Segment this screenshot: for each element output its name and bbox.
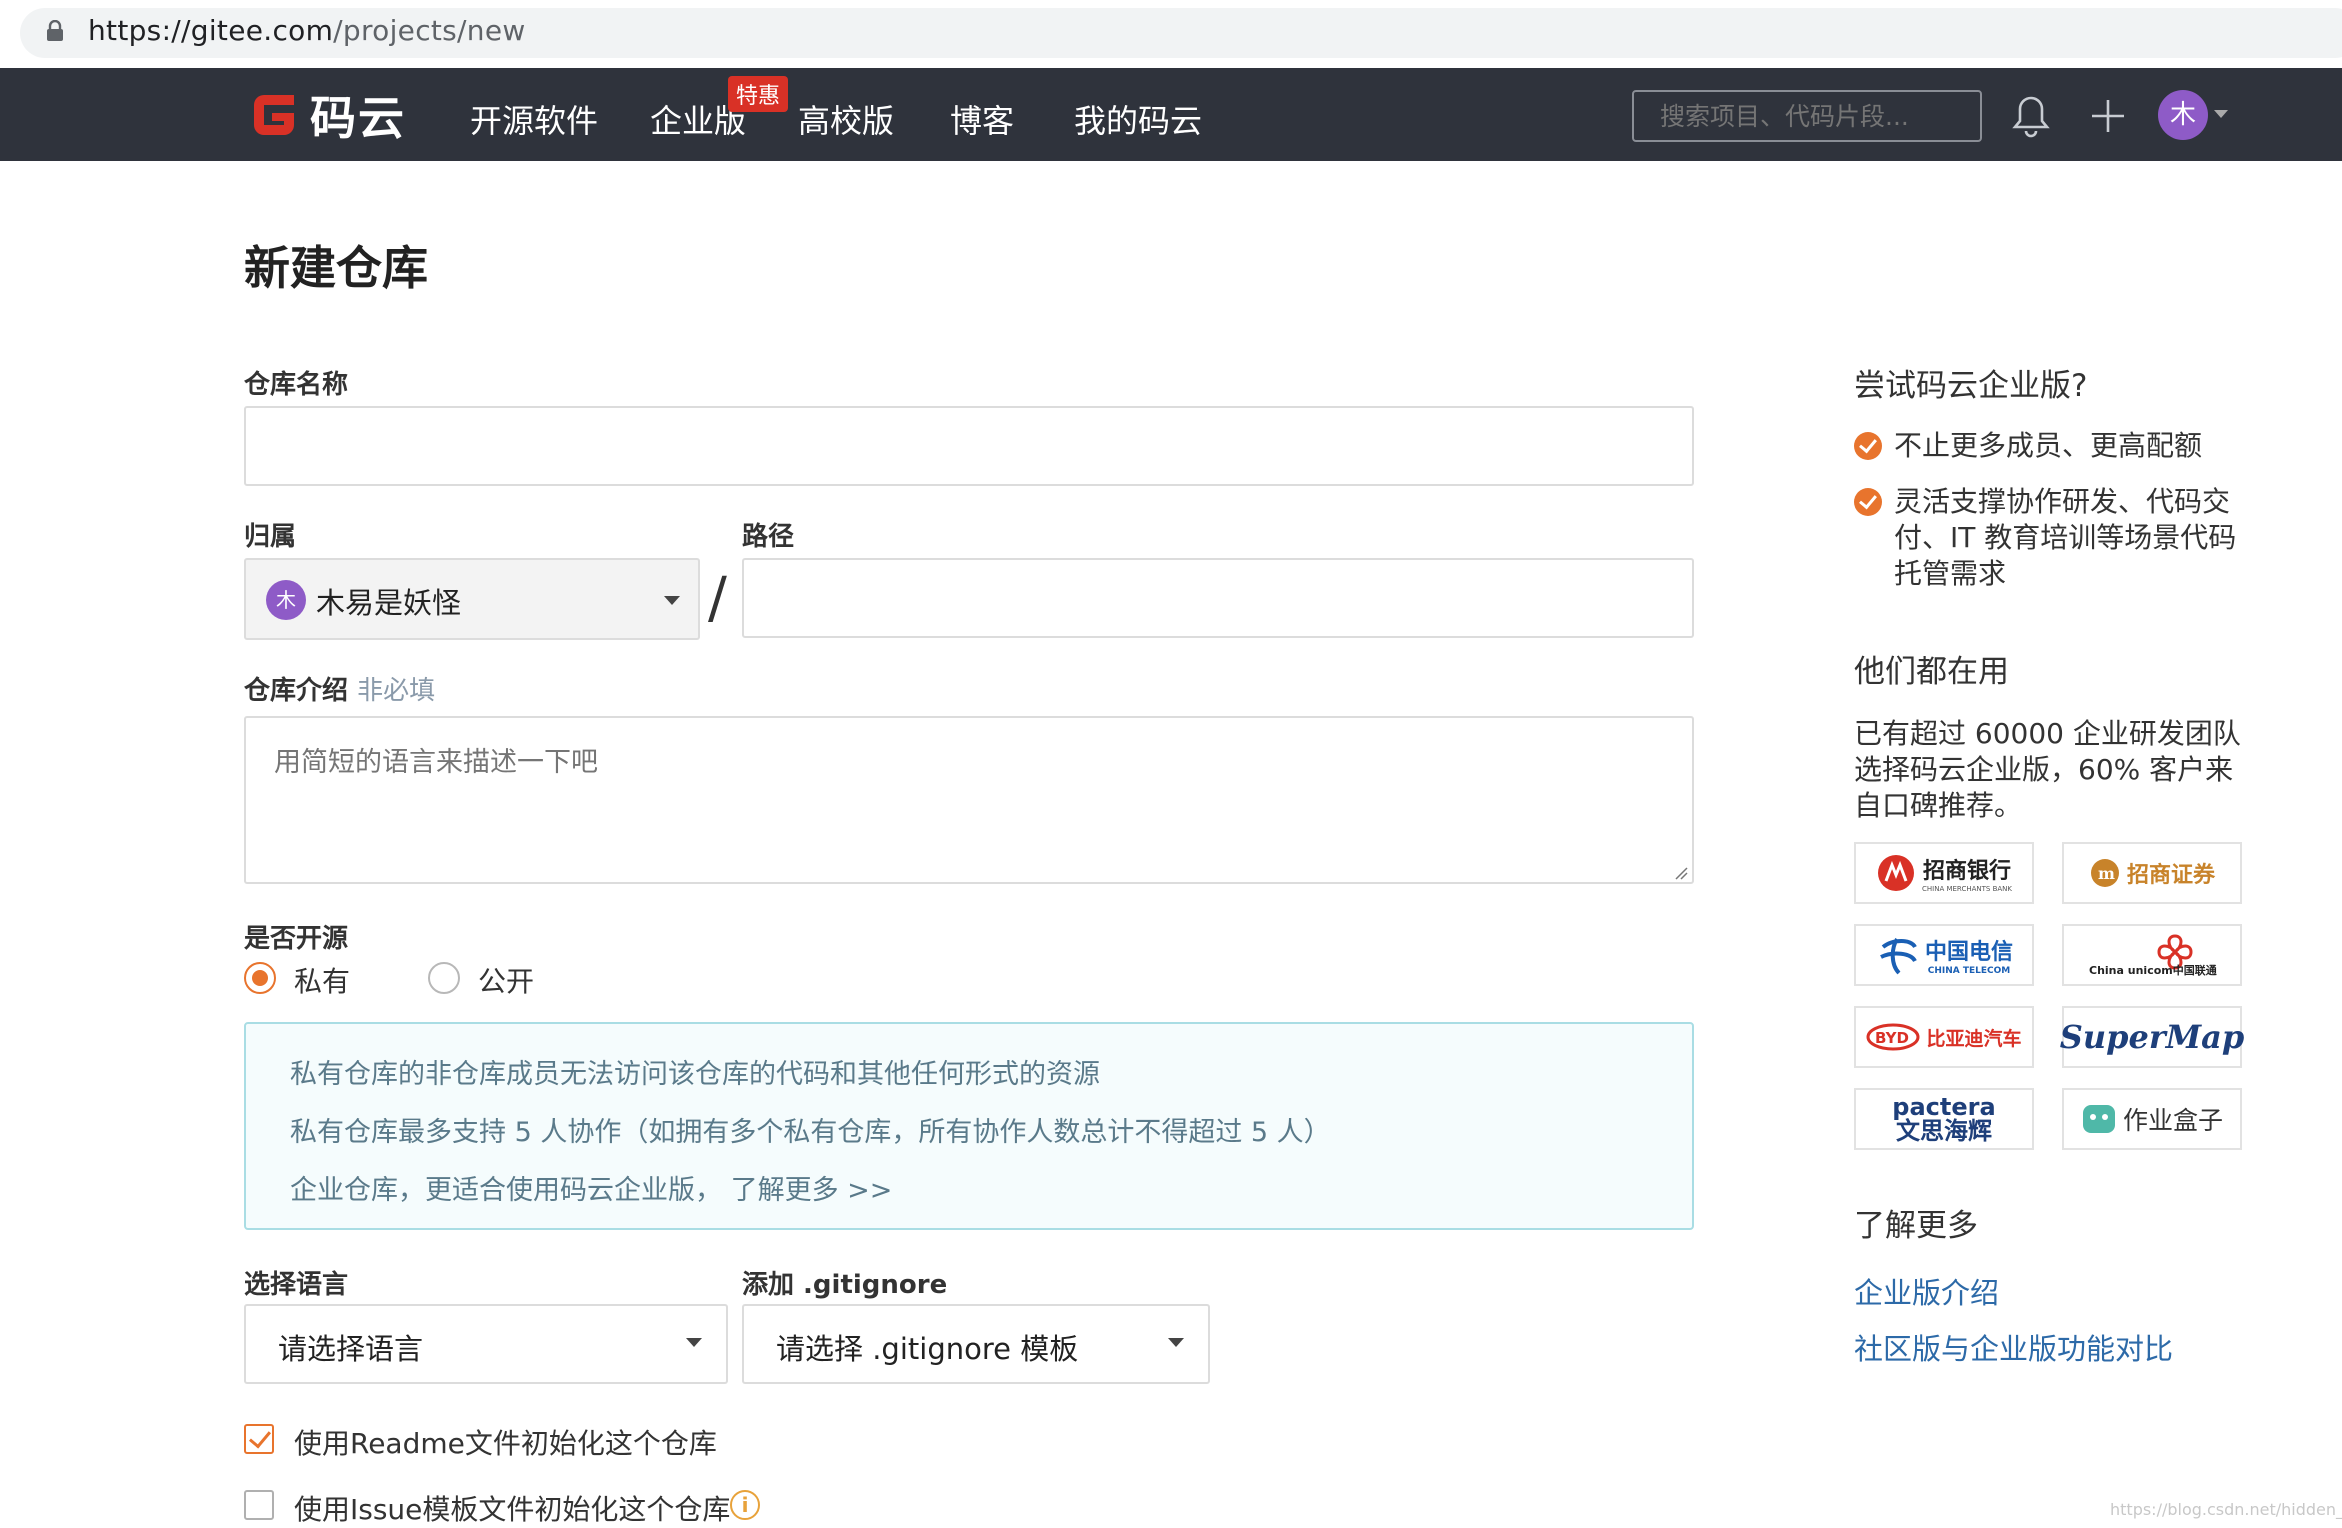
readme-checkbox[interactable] [244, 1424, 274, 1454]
radio-public[interactable] [428, 962, 460, 994]
url-text[interactable]: https://gitee.com/projects/new [88, 14, 526, 47]
gitignore-label: 添加 .gitignore [742, 1270, 948, 1300]
radio-public-label[interactable]: 公开 [478, 960, 534, 1000]
chevron-down-icon [686, 1338, 702, 1347]
owner-select[interactable]: 木 木易是妖怪 [244, 558, 700, 640]
logo-cmb: 招商银行 CHINA MERCHANTS BANK [1854, 842, 2034, 904]
url-host: https://gitee.com [88, 14, 334, 47]
visibility-label: 是否开源 [244, 924, 349, 954]
info-line-3-learn-more[interactable]: 企业仓库，更适合使用码云企业版， 了解更多 >> [290, 1168, 892, 1207]
logo-supermap: SuperMap [2059, 1006, 2245, 1068]
optional-hint: 非必填 [357, 676, 436, 706]
zuoyehezi-logo-icon [2082, 1105, 2115, 1133]
logo-cmb-sub: CHINA MERCHANTS BANK [1922, 885, 2012, 893]
benefit-1: 不止更多成员、更高配额 [1894, 429, 2203, 462]
description-textarea[interactable] [244, 716, 1694, 884]
nav-item-campus[interactable]: 高校版 [798, 96, 894, 142]
info-icon[interactable]: i [730, 1490, 760, 1520]
issue-template-checkbox[interactable] [244, 1490, 274, 1520]
logo-telecom-text: 中国电信 [1924, 940, 2013, 965]
bell-icon[interactable] [2012, 94, 2050, 138]
nav-item-blog[interactable]: 博客 [950, 96, 1014, 142]
readme-checkbox-label[interactable]: 使用Readme文件初始化这个仓库 [294, 1422, 717, 1462]
link-enterprise-intro[interactable]: 企业版介绍 [1854, 1270, 1999, 1312]
logo-cms-text: 招商证券 [2126, 863, 2215, 888]
try-enterprise-title: 尝试码云企业版? [1854, 368, 2088, 404]
logo-pactera: pactera 文思海辉 [1854, 1088, 2034, 1150]
lock-icon [47, 20, 63, 41]
path-separator: / [708, 566, 727, 631]
chevron-down-icon [1168, 1338, 1184, 1347]
radio-private-label[interactable]: 私有 [294, 960, 350, 1000]
svg-text:BYD: BYD [1875, 1029, 1909, 1047]
telecom-logo-icon [1880, 937, 1917, 975]
repo-name-input[interactable] [244, 406, 1694, 486]
logo-cmb-text: 招商银行 [1922, 859, 2011, 884]
cms-logo-icon: m [2090, 859, 2119, 887]
logo-china-unicom: China unicom中国联通 [2062, 924, 2242, 986]
info-line-1: 私有仓库的非仓库成员无法访问该仓库的代码和其他任何形式的资源 [290, 1059, 1100, 1090]
resize-handle-icon[interactable] [1674, 866, 1688, 880]
gitignore-select-value: 请选择 .gitignore 模板 [776, 1332, 1079, 1366]
benefit-2: 灵活支撑协作研发、代码交付、IT 教育培训等场景代码托管需求 [1894, 485, 2237, 590]
check-circle-icon [1854, 432, 1882, 460]
avatar[interactable]: 木 [2158, 90, 2208, 140]
logo-zuoyehezi-text: 作业盒子 [2122, 1106, 2223, 1135]
logo-byd: BYD 比亚迪汽车 [1854, 1006, 2034, 1068]
issue-template-checkbox-label[interactable]: 使用Issue模板文件初始化这个仓库 [294, 1488, 730, 1528]
path-input[interactable] [742, 558, 1694, 638]
watermark: https://blog.csdn.net/hidden_wg [2110, 1500, 2342, 1519]
nav-item-my-gitee[interactable]: 我的码云 [1074, 96, 1202, 142]
browser-url-bar: https://gitee.com/projects/new [0, 0, 2342, 68]
svg-text:m: m [2098, 864, 2115, 883]
owner-label: 归属 [244, 522, 297, 552]
logo-unicom-text: China unicom中国联通 [2089, 964, 2217, 977]
link-edition-compare[interactable]: 社区版与企业版功能对比 [1854, 1326, 2173, 1368]
nav-item-open-source[interactable]: 开源软件 [470, 96, 598, 142]
check-circle-icon [1854, 488, 1882, 516]
path-label: 路径 [742, 522, 795, 552]
chevron-down-icon [664, 596, 680, 605]
learn-more-title: 了解更多 [1854, 1208, 1978, 1244]
logo-text: 码云 [310, 91, 406, 145]
gitignore-select[interactable]: 请选择 .gitignore 模板 [742, 1304, 1210, 1384]
info-line-2: 私有仓库最多支持 5 人协作（如拥有多个私有仓库，所有协作人数总计不得超过 5 … [290, 1117, 1331, 1148]
url-path: /projects/new [333, 14, 526, 47]
logo-supermap-text: SuperMap [2059, 1018, 2245, 1056]
logo-pactera-text: pactera 文思海辉 [1892, 1093, 1996, 1145]
users-title: 他们都在用 [1854, 654, 2009, 690]
cmb-logo-icon [1878, 855, 1914, 891]
logo-cms: m 招商证券 [2062, 842, 2242, 904]
language-label: 选择语言 [244, 1270, 349, 1300]
promo-badge: 特惠 [728, 76, 789, 112]
radio-private[interactable] [244, 962, 276, 994]
repo-name-label: 仓库名称 [244, 370, 349, 400]
logo-byd-text: 比亚迪汽车 [1926, 1027, 2022, 1050]
logo-g-icon [254, 95, 294, 135]
logo-zuoyehezi: 作业盒子 [2062, 1088, 2242, 1150]
page-title: 新建仓库 [244, 241, 428, 295]
owner-avatar: 木 [266, 580, 306, 620]
search-input[interactable] [1632, 90, 1982, 142]
logo-china-telecom: 中国电信 CHINA TELECOM [1854, 924, 2034, 986]
language-select[interactable]: 请选择语言 [244, 1304, 728, 1384]
plus-icon[interactable] [2090, 98, 2126, 134]
gitee-logo[interactable]: 码云 [248, 88, 406, 145]
description-label-text: 仓库介绍 [244, 676, 349, 706]
language-select-value: 请选择语言 [278, 1332, 424, 1366]
logo-telecom-sub: CHINA TELECOM [1927, 966, 2011, 976]
description-label: 仓库介绍 非必填 [244, 670, 435, 707]
private-info-box: 私有仓库的非仓库成员无法访问该仓库的代码和其他任何形式的资源 私有仓库最多支持 … [244, 1022, 1694, 1230]
chevron-down-icon[interactable] [2214, 110, 2228, 118]
users-text: 已有超过 60000 企业研发团队选择码云企业版，60% 客户来自口碑推荐。 [1854, 717, 2241, 822]
byd-logo-icon: BYD [1866, 1023, 1920, 1051]
owner-name: 木易是妖怪 [316, 586, 462, 620]
